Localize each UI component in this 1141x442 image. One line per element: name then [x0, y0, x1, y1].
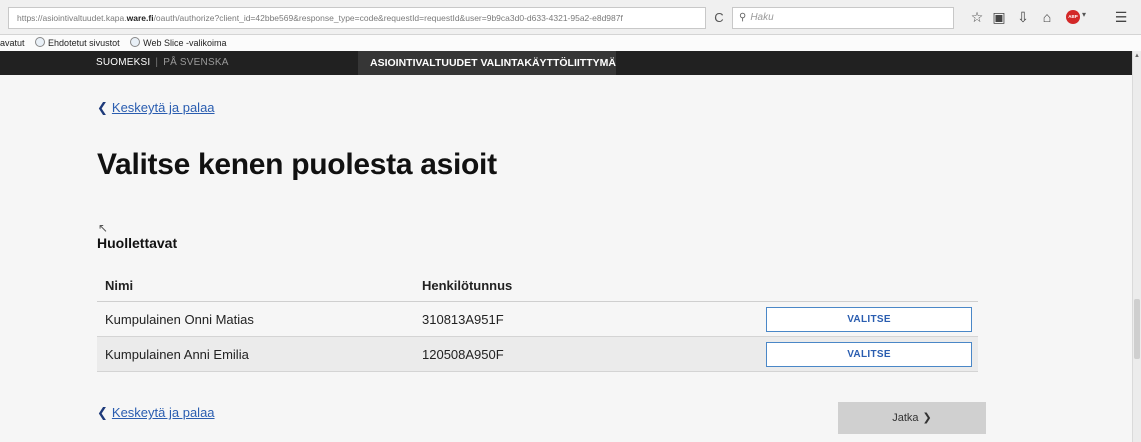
- bookmark-item[interactable]: Web Slice -valikoima: [130, 35, 226, 51]
- globe-icon: [35, 37, 46, 47]
- cancel-link-label: Keskeytä ja palaa: [111, 405, 215, 420]
- column-header-id: Henkilötunnus: [422, 278, 513, 293]
- url-suffix: /oauth/authorize?client_id=42bbe569&resp…: [153, 13, 623, 23]
- select-button[interactable]: VALITSE: [766, 342, 972, 367]
- dependents-table: Nimi Henkilötunnus Kumpulainen Onni Mati…: [97, 268, 978, 372]
- star-icon[interactable]: ☆: [968, 8, 986, 26]
- adblock-icon[interactable]: ABP: [1066, 10, 1080, 24]
- section-title: Huollettavat: [97, 235, 178, 251]
- row-name: Kumpulainen Onni Matias: [105, 312, 254, 327]
- row-name: Kumpulainen Anni Emilia: [105, 347, 249, 362]
- bookmark-item[interactable]: Ehdotetut sivustot: [35, 35, 120, 51]
- page-header: SUOMEKSI | PÅ SVENSKA ASIOINTIVALTUUDET VA…: [0, 51, 1132, 75]
- bookmark-item[interactable]: avatut: [0, 35, 25, 51]
- url-host: ware.fi: [126, 13, 154, 23]
- continue-button[interactable]: Jatka ❯: [838, 402, 986, 434]
- cancel-link-top[interactable]: ❮ Keskeytä ja palaa: [97, 100, 215, 116]
- lang-separator: |: [155, 57, 159, 68]
- chevron-right-icon: ❯: [922, 412, 932, 424]
- select-button[interactable]: VALITSE: [766, 307, 972, 332]
- reading-list-icon[interactable]: ▣: [990, 8, 1008, 26]
- lang-finnish[interactable]: SUOMEKSI: [96, 57, 150, 68]
- cancel-link-label: Keskeytä ja palaa: [111, 100, 215, 115]
- app-title: ASIOINTIVALTUUDET VALINTAKÄYTTÖLIITTYMÄ: [358, 51, 616, 75]
- reload-icon[interactable]: C: [710, 9, 728, 27]
- cancel-link-bottom[interactable]: ❮ Keskeytä ja palaa: [97, 405, 215, 421]
- address-bar[interactable]: https://asiointivaltuudet.kapa.ware.fi/o…: [8, 7, 706, 29]
- search-placeholder: Haku: [750, 12, 774, 23]
- row-id: 310813A951F: [422, 312, 504, 327]
- url-prefix: https://asiointivaltuudet.kapa.: [17, 13, 127, 23]
- scroll-up-icon[interactable]: ▲: [1133, 53, 1141, 59]
- lang-swedish[interactable]: PÅ SVENSKA: [163, 57, 228, 68]
- table-row: Kumpulainen Onni Matias 310813A951F VALI…: [97, 302, 978, 337]
- table-row: Kumpulainen Anni Emilia 120508A950F VALI…: [97, 337, 978, 372]
- browser-toolbar: https://asiointivaltuudet.kapa.ware.fi/o…: [0, 0, 1141, 35]
- scrollbar[interactable]: ▲: [1132, 51, 1141, 442]
- bookmark-label: Ehdotetut sivustot: [48, 38, 120, 48]
- table-header: Nimi Henkilötunnus: [97, 268, 978, 302]
- column-header-name: Nimi: [105, 278, 134, 293]
- bookmark-label: avatut: [0, 38, 25, 48]
- globe-icon: [130, 37, 141, 47]
- language-switcher: SUOMEKSI | PÅ SVENSKA: [96, 51, 229, 75]
- chevron-left-icon: ❮: [97, 100, 108, 115]
- scroll-thumb[interactable]: [1134, 299, 1140, 359]
- row-id: 120508A950F: [422, 347, 504, 362]
- mouse-cursor-icon: ↖: [98, 221, 109, 235]
- chevron-left-icon: ❮: [97, 405, 108, 420]
- chevron-down-icon[interactable]: ▾: [1082, 10, 1086, 19]
- search-icon: ⚲: [739, 12, 747, 23]
- home-icon[interactable]: ⌂: [1038, 8, 1056, 26]
- page-title: Valitse kenen puolesta asioit: [97, 148, 497, 181]
- bookmarks-bar: avatut Ehdotetut sivustot Web Slice -val…: [0, 35, 1141, 51]
- menu-icon[interactable]: ☰: [1112, 8, 1130, 26]
- download-icon[interactable]: ⇩: [1014, 8, 1032, 26]
- continue-button-label: Jatka: [892, 412, 919, 424]
- bookmark-label: Web Slice -valikoima: [143, 38, 227, 48]
- search-input[interactable]: ⚲ Haku: [732, 7, 954, 29]
